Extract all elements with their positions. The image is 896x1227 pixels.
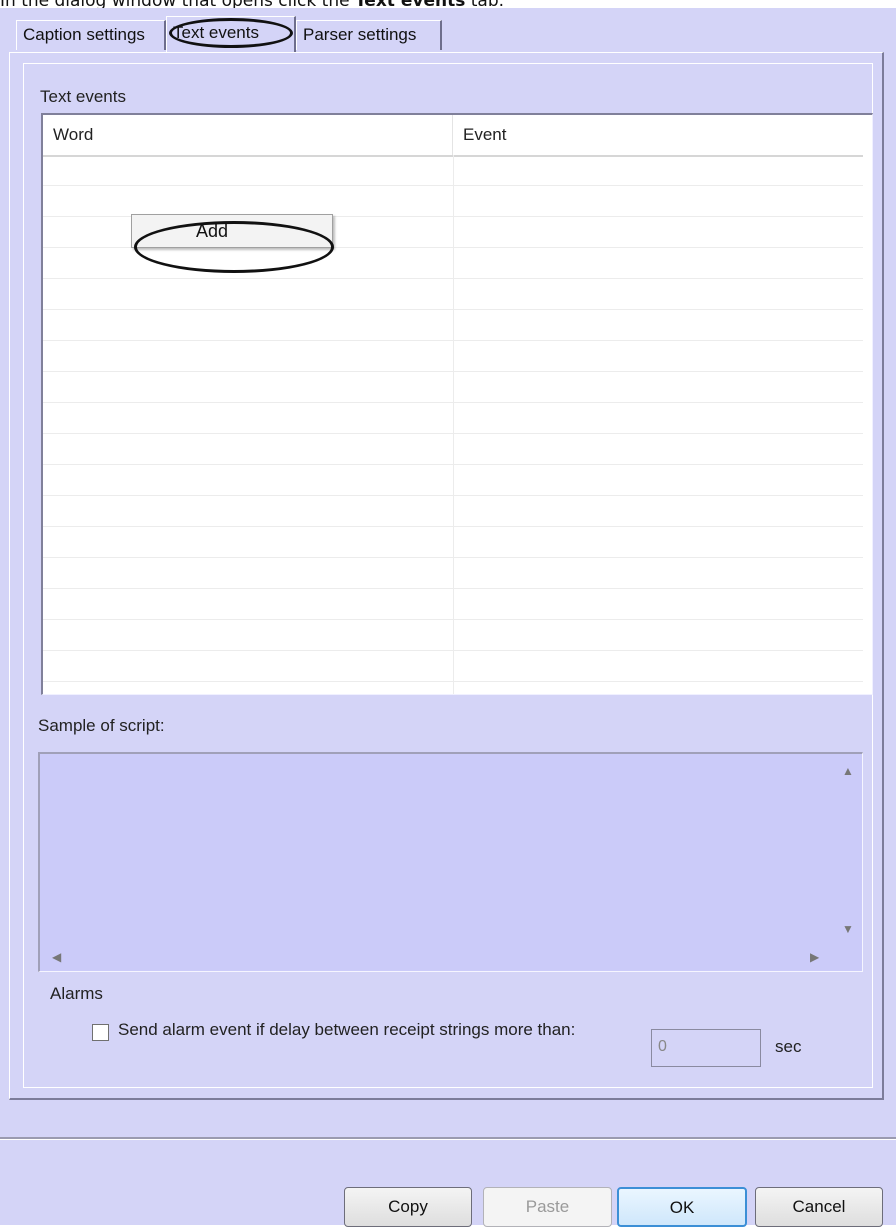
text-events-table[interactable]: Word Event [41,113,873,695]
dialog-window: Caption settings Parser settings Text ev… [0,8,896,1227]
text-events-label: Text events [40,87,126,106]
bottom-separator [0,1137,896,1140]
alarm-delay-checkbox[interactable] [92,1024,109,1041]
scroll-down-icon[interactable]: ▼ [842,922,854,936]
vertical-scrollbar[interactable]: ▲ ▼ [834,754,862,946]
cancel-button[interactable]: Cancel [755,1187,883,1227]
tab-highlight-ellipse [169,18,293,48]
scroll-up-icon[interactable]: ▲ [842,764,854,778]
script-textarea[interactable]: ▲ ▼ ◀ ▶ [38,752,863,972]
scroll-left-icon[interactable]: ◀ [52,950,61,964]
scroll-right-icon[interactable]: ▶ [810,950,819,964]
alarm-delay-label[interactable]: Send alarm event if delay between receip… [118,1020,575,1040]
delay-input[interactable]: 0 [651,1029,761,1067]
context-menu: Add [131,214,333,248]
tab-parser-settings[interactable]: Parser settings [296,20,442,50]
column-header-event[interactable]: Event [453,115,863,155]
copy-button[interactable]: Copy [344,1187,472,1227]
script-label: Sample of script: [38,716,165,735]
delay-unit-label: sec [775,1037,802,1056]
context-menu-add[interactable]: Add [196,221,228,242]
table-header: Word Event [43,115,863,157]
tab-caption-settings[interactable]: Caption settings [16,20,166,50]
column-header-word[interactable]: Word [43,115,453,155]
horizontal-scrollbar[interactable]: ◀ ▶ [40,945,835,971]
paste-button[interactable]: Paste [483,1187,612,1227]
alarms-legend: Alarms [47,984,106,1004]
column-separator [453,155,454,694]
ok-button[interactable]: OK [617,1187,747,1227]
